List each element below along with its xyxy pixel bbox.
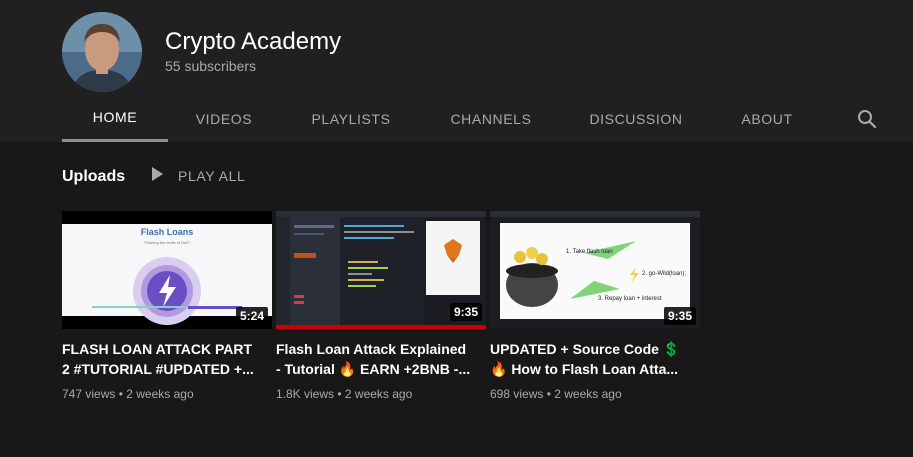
video-title-line: FLASH LOAN ATTACK PART [62, 341, 253, 357]
subscriber-count: 55 subscribers [165, 58, 257, 74]
video-title-line: 🔥 How to Flash Loan Atta... [490, 361, 679, 377]
tab-playlists[interactable]: PLAYLISTS [296, 95, 406, 142]
video-title[interactable]: FLASH LOAN ATTACK PART 2 #TUTORIAL #UPDA… [62, 339, 272, 379]
thumbnail-step: 2. go-Wild(loan); [642, 271, 687, 277]
play-all-button[interactable]: PLAY ALL [150, 166, 245, 185]
view-count: 698 views [490, 387, 544, 401]
video-meta: 1.8K views • 2 weeks ago [276, 387, 413, 401]
thumbnail-step: 3. Repay loan + interest [598, 296, 662, 302]
tab-channels[interactable]: CHANNELS [436, 95, 546, 142]
upload-age: 2 weeks ago [126, 387, 194, 401]
video-title-line: UPDATED + Source Code 💲 [490, 341, 681, 357]
view-count: 1.8K views [276, 387, 335, 401]
channel-tabs: HOME VIDEOS PLAYLISTS CHANNELS DISCUSSIO… [0, 95, 913, 142]
play-icon [150, 166, 164, 185]
video-title-line: 2 #TUTORIAL #UPDATED +... [62, 361, 254, 377]
thumbnail-subheading: Pushing the limits of DeFi [144, 240, 190, 245]
video-title[interactable]: UPDATED + Source Code 💲 🔥 How to Flash L… [490, 339, 700, 379]
video-meta: 747 views • 2 weeks ago [62, 387, 194, 401]
video-title-line: - Tutorial 🔥 EARN +2BNB -... [276, 361, 471, 377]
video-duration: 5:24 [235, 307, 268, 325]
video-thumbnail[interactable]: Flash Loans Pushing the limits of DeFi 5… [62, 211, 272, 329]
video-card[interactable]: 9:35 Flash Loan Attack Explained - Tutor… [276, 211, 486, 401]
channel-avatar[interactable] [62, 12, 142, 92]
tab-discussion[interactable]: DISCUSSION [578, 95, 694, 142]
upload-age: 2 weeks ago [554, 387, 622, 401]
video-thumbnail[interactable]: 1. Take flash loan 2. go-Wild(loan); 3. … [490, 211, 700, 329]
video-card[interactable]: Flash Loans Pushing the limits of DeFi 5… [62, 211, 272, 401]
video-title[interactable]: Flash Loan Attack Explained - Tutorial 🔥… [276, 339, 486, 379]
channel-name: Crypto Academy [165, 28, 342, 55]
tab-home[interactable]: HOME [62, 95, 168, 142]
video-meta: 698 views • 2 weeks ago [490, 387, 622, 401]
view-count: 747 views [62, 387, 116, 401]
video-title-line: Flash Loan Attack Explained [276, 341, 467, 357]
video-thumbnail[interactable]: 9:35 [276, 211, 486, 329]
section-title[interactable]: Uploads [62, 168, 125, 186]
upload-age: 2 weeks ago [344, 387, 413, 401]
tab-about[interactable]: ABOUT [726, 95, 808, 142]
thumbnail-heading: Flash Loans [140, 227, 194, 237]
video-duration: 9:35 [663, 307, 696, 325]
thumbnail-step: 1. Take flash loan [566, 249, 613, 255]
tab-videos[interactable]: VIDEOS [176, 95, 272, 142]
watch-progress-bar [276, 325, 486, 329]
play-all-label: PLAY ALL [178, 167, 246, 184]
search-icon[interactable] [856, 108, 878, 130]
video-duration: 9:35 [449, 303, 482, 321]
channel-header: Crypto Academy 55 subscribers HOME VIDEO… [0, 0, 913, 142]
video-card[interactable]: 1. Take flash loan 2. go-Wild(loan); 3. … [490, 211, 700, 401]
